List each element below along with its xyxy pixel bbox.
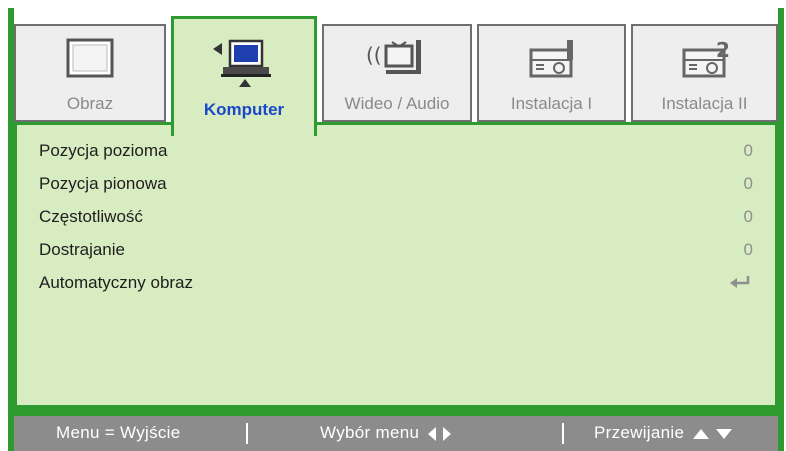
tab-wideo-audio[interactable]: (( Wideo / Audio <box>322 24 472 122</box>
tab-instalacja-2[interactable]: 2 Instalacja II <box>631 24 778 122</box>
tab-bar: Obraz Komputer (( Wideo / Audio Instalac… <box>14 8 778 136</box>
tab-komputer[interactable]: Komputer <box>171 16 317 136</box>
computer-icon <box>213 39 271 87</box>
menu-item-value: 0 <box>743 174 753 193</box>
menu-item-czestotliwosc[interactable]: Częstotliwość 0 <box>39 201 753 231</box>
tab-instalacja-1[interactable]: Instalacja I <box>477 24 626 122</box>
footer-divider <box>246 423 248 444</box>
svg-text:((: (( <box>366 43 382 67</box>
tab-label: Instalacja I <box>510 94 593 113</box>
arrow-up-icon <box>693 428 710 439</box>
monitor-icon <box>66 38 114 78</box>
arrow-down-icon <box>716 428 733 439</box>
footer-divider <box>562 423 564 444</box>
footer-select-label: Wybór menu <box>320 423 420 442</box>
arrow-left-icon <box>428 426 437 441</box>
enter-icon <box>730 276 750 288</box>
projector-icon <box>529 40 573 78</box>
footer-bar: Menu = Wyjście Wybór menu Przewijanie <box>14 416 778 451</box>
tab-label: Obraz <box>66 94 114 113</box>
menu-item-automatyczny-obraz[interactable]: Automatyczny obraz <box>39 267 753 297</box>
menu-item-value: 0 <box>743 141 753 160</box>
tab-obraz[interactable]: Obraz <box>14 24 166 122</box>
footer-exit-hint: Menu = Wyjście <box>56 423 181 442</box>
menu-item-value: 0 <box>743 207 753 226</box>
menu-item-pozycja-pozioma[interactable]: Pozycja pozioma 0 <box>39 135 753 165</box>
video-audio-icon: (( <box>366 40 421 74</box>
menu-item-label: Częstotliwość <box>39 207 143 226</box>
menu-item-label: Pozycja pionowa <box>39 174 167 193</box>
menu-item-label: Dostrajanie <box>39 240 125 259</box>
footer-select-hint: Wybór menu <box>320 423 452 443</box>
tab-label: Wideo / Audio <box>344 94 450 113</box>
svg-text:2: 2 <box>716 38 730 62</box>
menu-item-value: 0 <box>743 240 753 259</box>
tab-label: Instalacja II <box>661 94 748 113</box>
osd-menu: Obraz Komputer (( Wideo / Audio Instalac… <box>8 8 784 451</box>
projector-2-icon: 2 <box>682 38 730 78</box>
menu-item-dostrajanie[interactable]: Dostrajanie 0 <box>39 234 753 264</box>
menu-item-pozycja-pionowa[interactable]: Pozycja pionowa 0 <box>39 168 753 198</box>
menu-item-label: Automatyczny obraz <box>39 273 194 292</box>
footer-scroll-hint: Przewijanie <box>594 423 733 443</box>
footer-scroll-label: Przewijanie <box>594 423 685 442</box>
menu-item-label: Pozycja pozioma <box>39 141 168 160</box>
arrow-right-icon <box>443 426 452 441</box>
tab-label: Komputer <box>203 100 285 119</box>
menu-panel: Pozycja pozioma 0 Pozycja pionowa 0 Częs… <box>14 122 778 408</box>
